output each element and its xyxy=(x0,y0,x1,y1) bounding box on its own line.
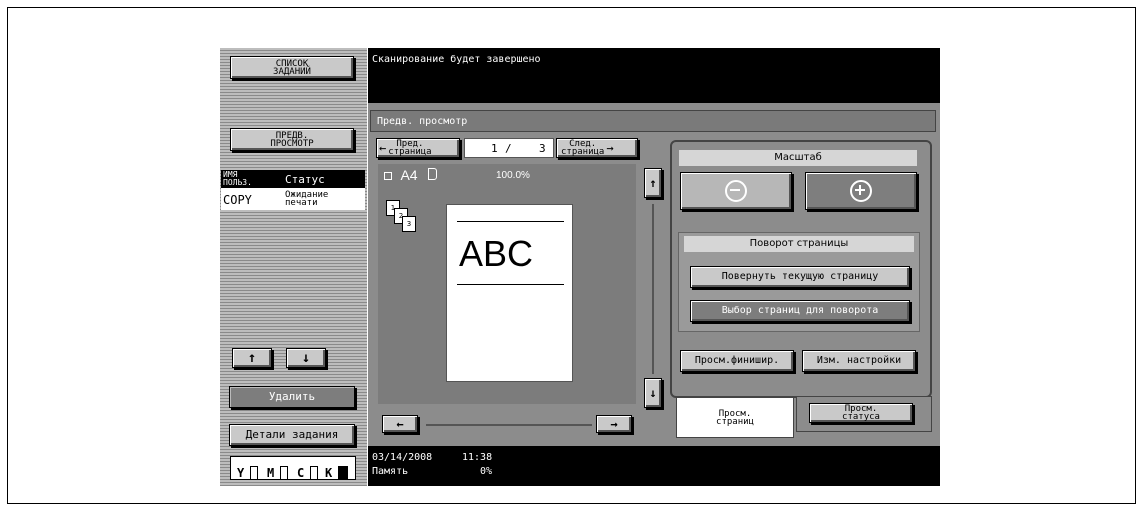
change-settings-button[interactable]: Изм. настройки xyxy=(802,350,916,372)
rotate-current-page-button[interactable]: Повернуть текущую страницу xyxy=(690,266,910,288)
page-top-rule xyxy=(457,221,564,222)
job-table-header: ИМЯ ПОЛЬЗ. Статус xyxy=(221,170,365,188)
row-user: COPY xyxy=(223,193,252,207)
scroll-up-arrow[interactable]: ↑ xyxy=(644,168,662,198)
table-row[interactable]: COPY Ожидание печати xyxy=(221,188,365,210)
tab-view-status[interactable]: Просм. статуса xyxy=(796,396,932,432)
preview-button[interactable]: ПРЕДВ. ПРОСМОТР xyxy=(230,128,354,151)
toner-c-level xyxy=(310,465,319,480)
toner-indicator: Y M C K xyxy=(230,456,356,480)
job-table: ИМЯ ПОЛЬЗ. Статус COPY Ожидание печати xyxy=(221,170,365,210)
arrow-left-icon: ← xyxy=(396,417,404,431)
preview-title: Предв. просмотр xyxy=(377,116,468,127)
scroll-up-button[interactable]: ↑ xyxy=(232,348,272,368)
toner-y: Y xyxy=(237,462,259,481)
zoom-in-icon xyxy=(850,180,872,202)
color-mode-icon xyxy=(384,172,392,180)
job-list-button[interactable]: СПИСОК ЗАДАНИЙ xyxy=(230,56,354,79)
scroll-down-button[interactable]: ↓ xyxy=(286,348,326,368)
arrow-down-icon: ↓ xyxy=(649,386,657,400)
next-page-label: След. страница xyxy=(561,139,605,157)
status-time: 11:38 xyxy=(462,452,493,463)
page-counter: 1 / 3 xyxy=(464,138,554,158)
toner-y-label: Y xyxy=(237,466,245,480)
status-message: Сканирование будет завершено xyxy=(372,54,541,65)
left-arrow-icon: ← xyxy=(379,141,387,155)
row-status: Ожидание печати xyxy=(285,190,329,208)
zoom-value: 100.0% xyxy=(496,170,530,181)
right-arrow-icon: → xyxy=(606,141,614,155)
memory-value: 0% xyxy=(480,466,493,477)
view-finishing-button[interactable]: Просм.финишир. xyxy=(680,350,794,372)
paper-size: A4 xyxy=(400,167,418,183)
toner-m-level xyxy=(280,465,289,480)
toner-k-label: K xyxy=(325,466,333,480)
orientation-icon xyxy=(428,168,438,180)
toner-y-level xyxy=(250,465,259,480)
page-current: 1 xyxy=(491,142,498,155)
zoom-in-button[interactable] xyxy=(805,172,917,210)
scroll-left-arrow[interactable]: ← xyxy=(382,415,418,433)
job-details-button[interactable]: Детали задания xyxy=(229,424,355,446)
rotate-label: Поворот страницы xyxy=(684,236,914,252)
prev-page-button[interactable]: ← Пред. страница xyxy=(376,138,460,158)
up-arrow-icon: ↑ xyxy=(247,350,257,366)
arrow-right-icon: → xyxy=(610,417,618,431)
next-page-button[interactable]: След. страница → xyxy=(556,138,638,158)
scroll-down-arrow[interactable]: ↓ xyxy=(644,378,662,408)
column-user: ИМЯ ПОЛЬЗ. xyxy=(223,170,252,187)
preview-title-bar: Предв. просмотр xyxy=(370,110,936,132)
page-text: ABC xyxy=(459,233,534,274)
delete-button[interactable]: Удалить xyxy=(229,386,355,408)
toner-m-label: M xyxy=(267,466,275,480)
left-panel xyxy=(220,48,367,486)
paper-info: A4 xyxy=(384,167,438,185)
message-area: Сканирование будет завершено xyxy=(368,48,940,103)
status-date: 03/14/2008 xyxy=(372,452,433,463)
horizontal-scrollbar[interactable]: ← → xyxy=(378,412,636,436)
down-arrow-icon: ↓ xyxy=(301,350,311,366)
scale-label: Масштаб xyxy=(679,150,917,166)
hscroll-track xyxy=(426,424,592,426)
page-stack-icon: 1 2 3 xyxy=(386,200,426,240)
prev-page-label: Пред. страница xyxy=(388,139,432,157)
column-status: Статус xyxy=(285,173,325,186)
memory-label: Память xyxy=(372,466,409,477)
tab-view-status-label: Просм. статуса xyxy=(809,403,913,423)
toner-k: K xyxy=(325,462,349,481)
zoom-out-button[interactable] xyxy=(680,172,792,210)
toner-m: M xyxy=(267,462,289,481)
toner-c: C xyxy=(297,462,319,481)
toner-k-level xyxy=(338,465,349,480)
zoom-out-icon xyxy=(725,180,747,202)
status-bar: 03/14/2008 11:38 Память 0% xyxy=(368,446,940,486)
select-pages-to-rotate-button[interactable]: Выбор страниц для поворота xyxy=(690,300,910,322)
page-total: 3 xyxy=(539,142,546,155)
page-bottom-rule xyxy=(457,284,564,285)
scroll-right-arrow[interactable]: → xyxy=(596,415,632,433)
page-separator: / xyxy=(505,142,512,155)
tab-view-pages[interactable]: Просм. страниц xyxy=(676,398,794,438)
arrow-up-icon: ↑ xyxy=(649,176,657,190)
scroll-track xyxy=(652,204,654,374)
vertical-scrollbar[interactable]: ↑ ↓ xyxy=(642,164,664,408)
toner-c-label: C xyxy=(297,466,305,480)
page-thumbnail[interactable]: ABC xyxy=(446,204,573,382)
